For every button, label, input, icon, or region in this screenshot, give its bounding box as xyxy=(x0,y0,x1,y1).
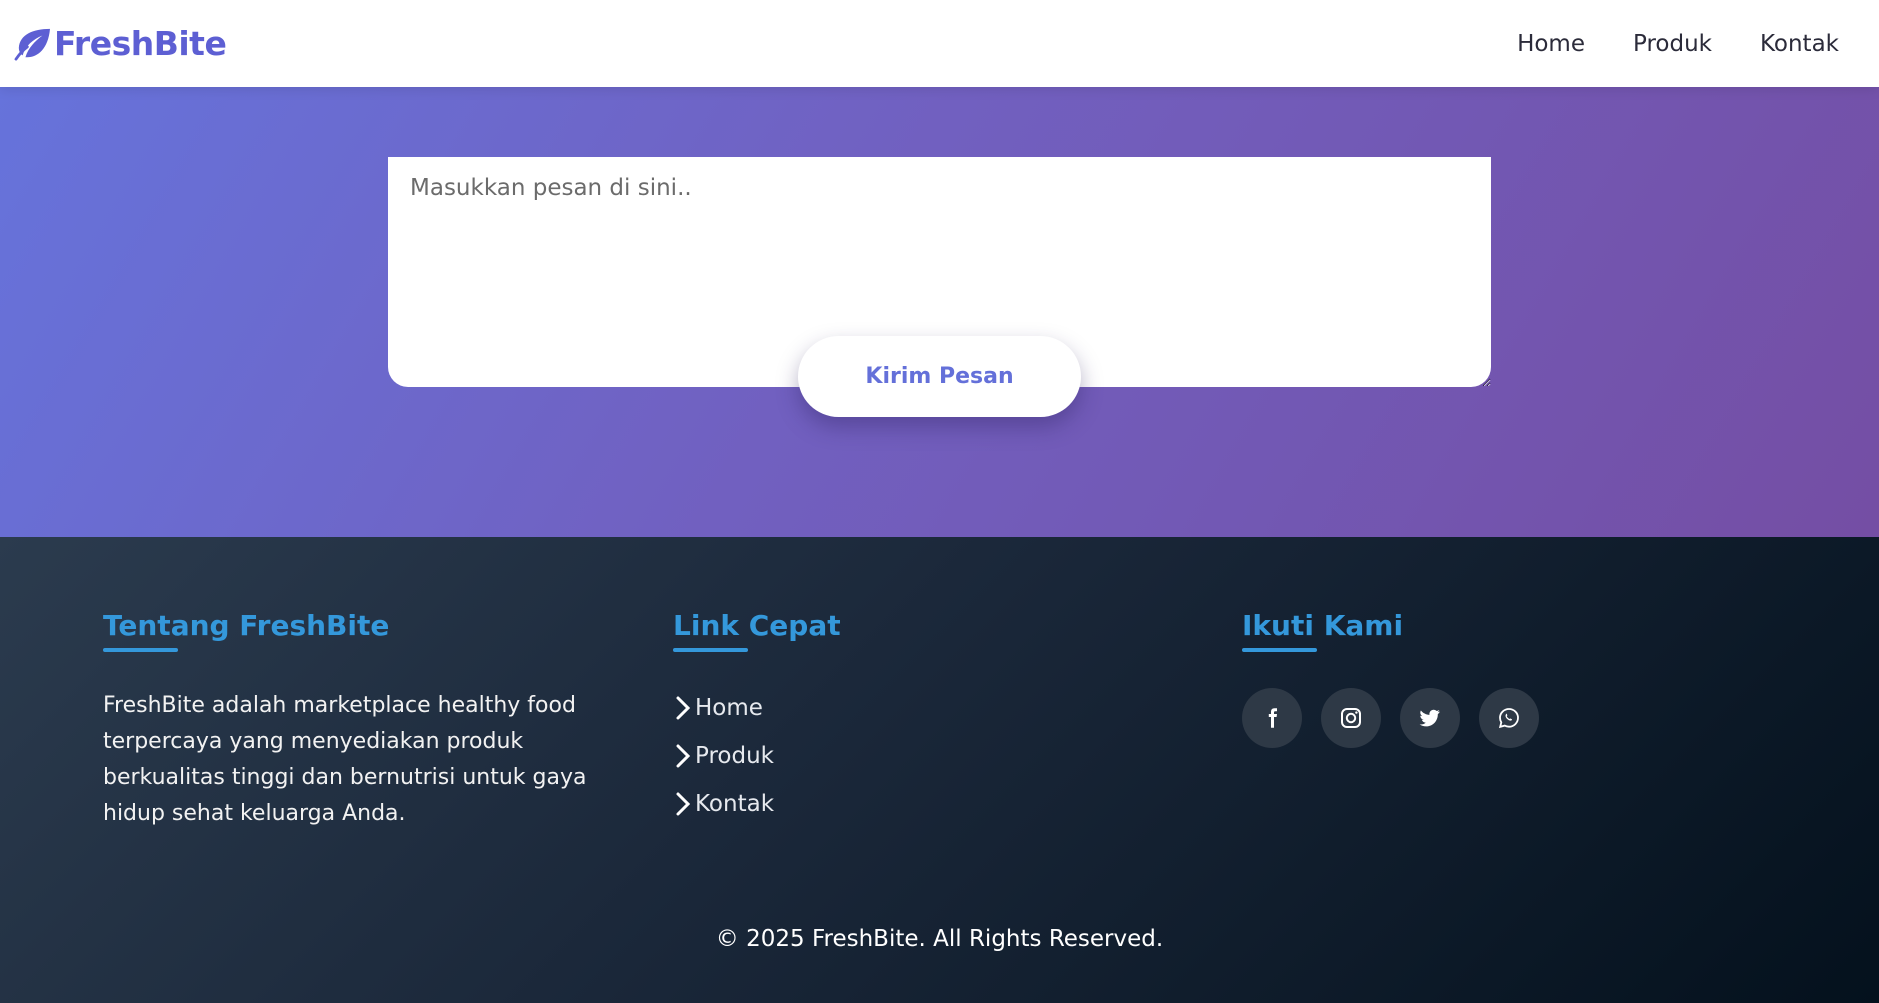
contact-section: Kirim Pesan xyxy=(0,87,1879,537)
copyright-text: © 2025 FreshBite. All Rights Reserved. xyxy=(715,926,1164,952)
chevron-right-icon xyxy=(676,792,691,816)
quick-link-item: Produk xyxy=(673,732,841,780)
nav-link-kontak[interactable]: Kontak xyxy=(1760,31,1839,57)
quick-links-heading: Link Cepat xyxy=(673,609,841,642)
twitter-icon xyxy=(1419,709,1440,727)
footer-follow: Ikuti Kami xyxy=(1242,609,1539,748)
quick-link-home[interactable]: Home xyxy=(695,695,763,721)
instagram-icon xyxy=(1341,708,1361,728)
follow-heading: Ikuti Kami xyxy=(1242,609,1404,642)
brand-logo[interactable]: FreshBite xyxy=(14,24,227,63)
facebook-link[interactable] xyxy=(1242,688,1302,748)
quick-link-item: Home xyxy=(673,684,841,732)
social-links xyxy=(1242,688,1539,748)
navbar: FreshBite Home Produk Kontak xyxy=(0,0,1879,87)
heading-underline xyxy=(673,648,748,652)
footer-about: Tentang FreshBite FreshBite adalah marke… xyxy=(103,609,633,832)
quick-link-item: Kontak xyxy=(673,780,841,828)
send-message-button[interactable]: Kirim Pesan xyxy=(798,336,1081,417)
nav-links: Home Produk Kontak xyxy=(1517,31,1839,57)
brand-name: FreshBite xyxy=(54,24,227,63)
chevron-right-icon xyxy=(676,744,691,768)
quick-links-list: Home Produk Kontak xyxy=(673,684,841,828)
quick-link-produk[interactable]: Produk xyxy=(695,743,774,769)
chevron-right-icon xyxy=(676,696,691,720)
footer-quick-links: Link Cepat Home Produk Kontak xyxy=(673,609,841,828)
whatsapp-icon xyxy=(1498,708,1519,729)
quick-link-kontak[interactable]: Kontak xyxy=(695,791,774,817)
nav-link-home[interactable]: Home xyxy=(1517,31,1585,57)
instagram-link[interactable] xyxy=(1321,688,1381,748)
about-heading: Tentang FreshBite xyxy=(103,609,390,642)
about-text: FreshBite adalah marketplace healthy foo… xyxy=(103,693,587,826)
heading-underline xyxy=(103,648,178,652)
twitter-link[interactable] xyxy=(1400,688,1460,748)
leaf-icon xyxy=(14,28,50,61)
nav-link-produk[interactable]: Produk xyxy=(1633,31,1712,57)
footer: Tentang FreshBite FreshBite adalah marke… xyxy=(0,537,1879,1003)
heading-underline xyxy=(1242,648,1317,652)
facebook-icon xyxy=(1268,708,1277,728)
whatsapp-link[interactable] xyxy=(1479,688,1539,748)
